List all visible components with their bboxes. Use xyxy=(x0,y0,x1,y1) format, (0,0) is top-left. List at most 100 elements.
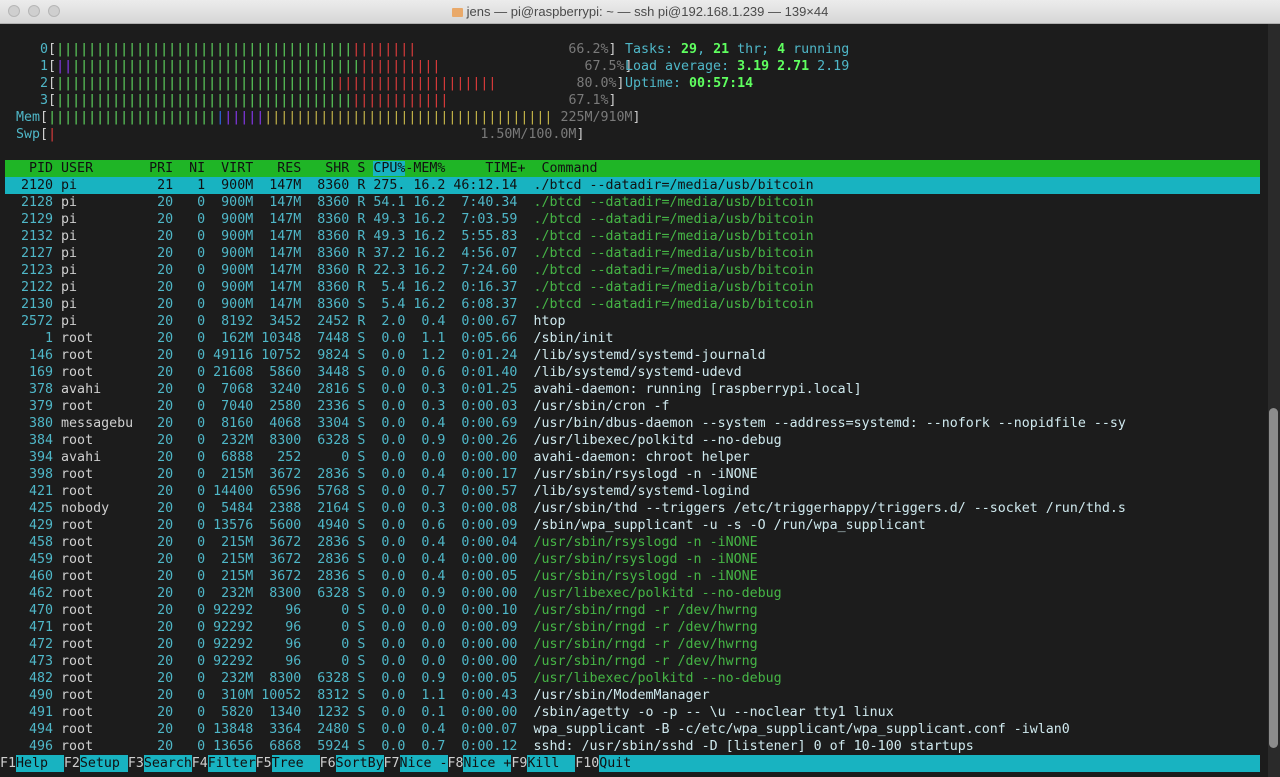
process-row[interactable]: 2128 pi 20 0 900M 147M 8360 R 54.1 16.2 … xyxy=(5,194,814,211)
process-row[interactable]: 462 root 20 0 232M 8300 6328 S 0.0 0.9 0… xyxy=(5,585,782,602)
load-average: Load average: 3.19 2.71 2.19 xyxy=(625,59,850,74)
cell-user: root xyxy=(61,688,142,703)
process-row[interactable]: 491 root 20 0 5820 1340 1232 S 0.0 0.1 0… xyxy=(5,704,894,721)
process-row[interactable]: 2132 pi 20 0 900M 147M 8360 R 49.3 16.2 … xyxy=(5,228,814,245)
fkey-f10-button[interactable]: Quit xyxy=(599,755,1260,772)
cell-mem: 0.0 xyxy=(413,620,454,635)
fkey-f7-button[interactable]: Nice - xyxy=(399,755,448,772)
process-row[interactable]: 421 root 20 0 14400 6596 5768 S 0.0 0.7 … xyxy=(5,483,750,500)
cell-res: 3672 xyxy=(261,467,310,482)
cell-user: pi xyxy=(61,314,142,329)
fkey-f6-button[interactable]: SortBy xyxy=(335,755,384,772)
cell-user: root xyxy=(61,654,142,669)
cell-mem: 0.4 xyxy=(413,467,454,482)
process-row[interactable]: 429 root 20 0 13576 5600 4940 S 0.0 0.6 … xyxy=(5,517,926,534)
cell-res: 96 xyxy=(261,654,310,669)
cell-pid: 496 xyxy=(5,739,62,754)
process-row[interactable]: 458 root 20 0 215M 3672 2836 S 0.0 0.4 0… xyxy=(5,534,758,551)
fkey-f5-button[interactable]: Tree xyxy=(271,755,320,772)
process-row[interactable]: 2123 pi 20 0 900M 147M 8360 R 22.3 16.2 … xyxy=(5,262,814,279)
process-row[interactable]: 2129 pi 20 0 900M 147M 8360 R 49.3 16.2 … xyxy=(5,211,814,228)
column-header-time[interactable]: TIME+ xyxy=(453,161,541,176)
cell-virt: 900M xyxy=(213,280,262,295)
process-row[interactable]: 460 root 20 0 215M 3672 2836 S 0.0 0.4 0… xyxy=(5,568,758,585)
column-headers[interactable]: PID USER PRI NI VIRT RES SHR S CPU%-MEM%… xyxy=(5,160,598,177)
cell-s: S xyxy=(357,297,374,312)
cell-pri: 20 xyxy=(141,382,182,397)
column-header-shr[interactable]: SHR xyxy=(309,161,357,176)
process-row[interactable]: 2572 pi 20 0 8192 3452 2452 R 2.0 0.4 0:… xyxy=(5,313,565,330)
cell-pri: 20 xyxy=(141,722,182,737)
cell-shr: 9824 xyxy=(309,348,358,363)
cell-s: R xyxy=(357,314,374,329)
cell-command: /usr/sbin/thd --triggers /etc/triggerhap… xyxy=(533,501,1126,516)
process-row[interactable]: 378 avahi 20 0 7068 3240 2816 S 0.0 0.3 … xyxy=(5,381,862,398)
process-row[interactable]: 471 root 20 0 92292 96 0 S 0.0 0.0 0:00.… xyxy=(5,619,758,636)
fkey-f3-button[interactable]: Search xyxy=(143,755,192,772)
cell-ni: 0 xyxy=(181,535,214,550)
htop-screen[interactable]: 0[||||||||||||||||||||||||||||||||||||||… xyxy=(0,24,1268,777)
cell-time: 0:01.25 xyxy=(453,382,534,397)
process-row[interactable]: 425 nobody 20 0 5484 2388 2164 S 0.0 0.3… xyxy=(5,500,1126,517)
column-header-cpu[interactable]: CPU% xyxy=(373,161,406,176)
process-row[interactable]: 496 root 20 0 13656 6868 5924 S 0.0 0.7 … xyxy=(5,738,974,755)
scrollbar-thumb[interactable] xyxy=(1269,408,1278,748)
process-row[interactable]: 2122 pi 20 0 900M 147M 8360 R 5.4 16.2 0… xyxy=(5,279,814,296)
column-header-res[interactable]: RES xyxy=(261,161,309,176)
swap-value: 1.50M/100.0M xyxy=(480,127,577,142)
process-row[interactable]: 472 root 20 0 92292 96 0 S 0.0 0.0 0:00.… xyxy=(5,636,758,653)
process-row[interactable]: 2127 pi 20 0 900M 147M 8360 R 37.2 16.2 … xyxy=(5,245,814,262)
process-row[interactable]: 2120 pi 21 1 900M 147M 8360 R 275. 16.2 … xyxy=(5,177,814,194)
column-header-pri[interactable]: PRI xyxy=(141,161,181,176)
process-row[interactable]: 494 root 20 0 13848 3364 2480 S 0.0 0.4 … xyxy=(5,721,1070,738)
window-title: jens — pi@raspberrypi: ~ — ssh pi@192.16… xyxy=(0,0,1280,23)
cell-mem: 1.1 xyxy=(413,331,454,346)
cell-res: 147M xyxy=(261,229,310,244)
process-row[interactable]: 2130 pi 20 0 900M 147M 8360 S 5.4 16.2 6… xyxy=(5,296,814,313)
cell-res: 147M xyxy=(261,195,310,210)
column-header-command[interactable]: Command xyxy=(541,161,597,176)
process-row[interactable]: 1 root 20 0 162M 10348 7448 S 0.0 1.1 0:… xyxy=(5,330,614,347)
cell-virt: 5820 xyxy=(213,705,262,720)
column-header-s[interactable]: S xyxy=(357,161,373,176)
fkey-f9-button[interactable]: Kill xyxy=(527,755,576,772)
column-header-user[interactable]: USER xyxy=(61,161,141,176)
process-row[interactable]: 459 root 20 0 215M 3672 2836 S 0.0 0.4 0… xyxy=(5,551,758,568)
cell-pri: 20 xyxy=(141,705,182,720)
cell-ni: 0 xyxy=(181,654,214,669)
cell-user: avahi xyxy=(61,450,142,465)
cell-shr: 2816 xyxy=(309,382,358,397)
process-row[interactable]: 380 messagebu 20 0 8160 4068 3304 S 0.0 … xyxy=(5,415,1126,432)
cell-pid: 146 xyxy=(5,348,62,363)
column-header-ni[interactable]: NI xyxy=(181,161,213,176)
process-row[interactable]: 490 root 20 0 310M 10052 8312 S 0.0 1.1 … xyxy=(5,687,710,704)
column-header-virt[interactable]: VIRT xyxy=(213,161,261,176)
cell-time: 0:00.17 xyxy=(453,467,534,482)
cell-ni: 0 xyxy=(181,433,214,448)
process-row[interactable]: 379 root 20 0 7040 2580 2336 S 0.0 0.3 0… xyxy=(5,398,670,415)
process-row[interactable]: 398 root 20 0 215M 3672 2836 S 0.0 0.4 0… xyxy=(5,466,758,483)
process-row[interactable]: 169 root 20 0 21608 5860 3448 S 0.0 0.6 … xyxy=(5,364,742,381)
cell-virt: 5484 xyxy=(213,501,262,516)
process-row[interactable]: 394 avahi 20 0 6888 252 0 S 0.0 0.0 0:00… xyxy=(5,449,750,466)
fkey-f4-button[interactable]: Filter xyxy=(207,755,256,772)
column-header-pid[interactable]: PID xyxy=(5,161,61,176)
cell-mem: 0.9 xyxy=(413,433,454,448)
process-row[interactable]: 473 root 20 0 92292 96 0 S 0.0 0.0 0:00.… xyxy=(5,653,758,670)
cell-time: 4:56.07 xyxy=(453,246,534,261)
fkey-f8-button[interactable]: Nice + xyxy=(463,755,512,772)
cell-user: root xyxy=(61,365,142,380)
cell-ni: 0 xyxy=(181,586,214,601)
column-header-mem[interactable]: -MEM% xyxy=(405,161,453,176)
cell-shr: 5924 xyxy=(309,739,358,754)
cell-res: 96 xyxy=(261,620,310,635)
process-row[interactable]: 384 root 20 0 232M 8300 6328 S 0.0 0.9 0… xyxy=(5,432,782,449)
cell-s: S xyxy=(357,382,374,397)
fkey-f1-button[interactable]: Help xyxy=(15,755,65,772)
fkey-f2-button[interactable]: Setup xyxy=(79,755,128,772)
process-row[interactable]: 482 root 20 0 232M 8300 6328 S 0.0 0.9 0… xyxy=(5,670,782,687)
process-row[interactable]: 470 root 20 0 92292 96 0 S 0.0 0.0 0:00.… xyxy=(5,602,758,619)
cell-mem: 0.4 xyxy=(413,416,454,431)
process-row[interactable]: 146 root 20 0 49116 10752 9824 S 0.0 1.2… xyxy=(5,347,766,364)
cell-cpu: 5.4 xyxy=(373,297,414,312)
